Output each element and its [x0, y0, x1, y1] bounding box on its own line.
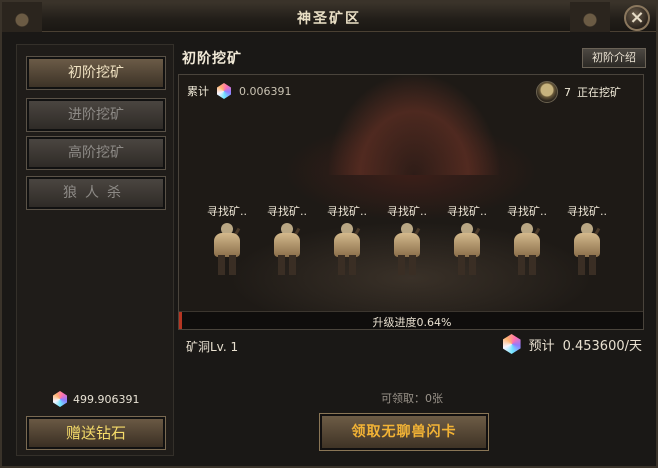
- gem-icon: [53, 391, 67, 407]
- worker-status: 寻找矿..: [387, 205, 427, 218]
- tab-advanced-mining[interactable]: 进阶挖矿: [26, 98, 166, 132]
- miners-stat: 7 正在挖矿: [536, 81, 621, 103]
- intro-button[interactable]: 初阶介绍: [582, 48, 646, 68]
- miner-figure: [510, 223, 544, 277]
- tab-werewolf[interactable]: 狼人杀: [26, 176, 166, 210]
- worker[interactable]: 寻找矿..: [199, 203, 255, 277]
- miners-count: 7: [564, 85, 571, 99]
- worker[interactable]: 寻找矿..: [379, 203, 435, 277]
- title-bar: 神圣矿区 ×: [2, 2, 656, 32]
- worker[interactable]: 寻找矿..: [559, 203, 615, 277]
- main-panel: 初阶挖矿 初阶介绍 累计 0.006391 7 正在挖矿 寻找矿.. 寻找矿..…: [176, 44, 648, 456]
- diamond-balance: 499.906391: [53, 391, 139, 407]
- mine-scene: 累计 0.006391 7 正在挖矿 寻找矿.. 寻找矿.. 寻找矿.. 寻找矿…: [178, 74, 644, 330]
- miner-figure: [210, 223, 244, 277]
- upgrade-progress-text: 升级进度0.64%: [372, 316, 452, 329]
- worker-status: 寻找矿..: [327, 205, 367, 218]
- miner-figure: [390, 223, 424, 277]
- claimable-count: 可领取：0张: [381, 392, 443, 405]
- mine-level: 矿洞Lv. 1: [186, 340, 239, 354]
- worker[interactable]: 寻找矿..: [499, 203, 555, 277]
- worker-status: 寻找矿..: [267, 205, 307, 218]
- gem-icon: [217, 83, 231, 99]
- accumulated-label: 累计: [187, 85, 209, 98]
- miner-figure: [570, 223, 604, 277]
- miner-figure: [450, 223, 484, 277]
- forecast-value: 0.453600/天: [562, 338, 642, 354]
- miner-avatar-icon: [536, 81, 558, 103]
- diamond-balance-value: 499.906391: [73, 392, 140, 406]
- worker[interactable]: 寻找矿..: [259, 203, 315, 277]
- worker-status: 寻找矿..: [507, 205, 547, 218]
- mine-window: 神圣矿区 × 初阶挖矿 进阶挖矿 高阶挖矿 狼人杀 499.906391 赠送钻…: [0, 0, 658, 468]
- forecast-label: 预计: [528, 338, 555, 354]
- section-title: 初阶挖矿: [182, 51, 242, 67]
- worker[interactable]: 寻找矿..: [319, 203, 375, 277]
- worker-status: 寻找矿..: [447, 205, 487, 218]
- miners-status: 正在挖矿: [577, 86, 621, 99]
- daily-forecast: 预计 0.453600/天: [502, 334, 642, 354]
- worker-status: 寻找矿..: [567, 205, 607, 218]
- cave-rock-background: [329, 75, 499, 175]
- upgrade-progress-bar: 升级进度0.64%: [179, 311, 643, 329]
- window-title: 神圣矿区: [297, 11, 361, 27]
- accumulated-stat: 累计 0.006391: [187, 83, 292, 99]
- miner-figure: [270, 223, 304, 277]
- tab-beginner-mining[interactable]: 初阶挖矿: [26, 56, 166, 90]
- tab-expert-mining[interactable]: 高阶挖矿: [26, 136, 166, 170]
- miner-figure: [330, 223, 364, 277]
- worker[interactable]: 寻找矿..: [439, 203, 495, 277]
- claim-card-button[interactable]: 领取无聊兽闪卡: [319, 413, 489, 451]
- worker-status: 寻找矿..: [207, 205, 247, 218]
- worker-row: 寻找矿.. 寻找矿.. 寻找矿.. 寻找矿.. 寻找矿.. 寻找矿.. 寻找矿.…: [199, 203, 629, 283]
- info-bar: 矿洞Lv. 1 预计 0.453600/天: [178, 332, 644, 358]
- accumulated-value: 0.006391: [239, 84, 292, 98]
- sidebar: 初阶挖矿 进阶挖矿 高阶挖矿 狼人杀 499.906391 赠送钻石: [16, 44, 174, 456]
- gem-icon: [502, 334, 521, 354]
- gift-diamond-button[interactable]: 赠送钻石: [26, 416, 166, 450]
- close-icon[interactable]: ×: [624, 5, 650, 31]
